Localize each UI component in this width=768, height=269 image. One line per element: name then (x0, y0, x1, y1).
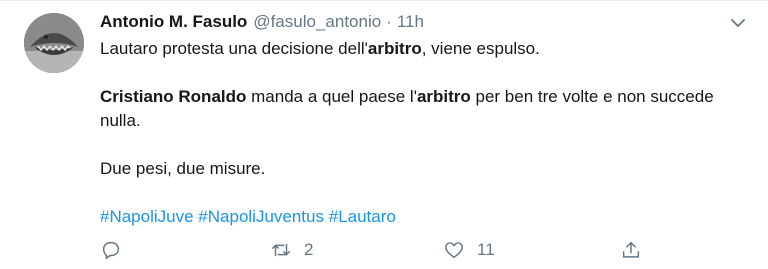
tweet-header: Antonio M. Fasulo @fasulo_antonio · 11h (100, 9, 728, 35)
shark-avatar-image (24, 13, 84, 73)
author-name[interactable]: Antonio M. Fasulo (100, 9, 247, 35)
share-icon (622, 241, 640, 258)
tweet-timestamp[interactable]: 11h (397, 9, 424, 35)
hashtag-link[interactable]: #NapoliJuventus (198, 207, 324, 226)
reply-icon (102, 241, 120, 259)
retweet-button[interactable]: 2 (270, 237, 313, 263)
separator-dot: · (386, 12, 392, 31)
tweet-card[interactable]: Antonio M. Fasulo @fasulo_antonio · 11h … (0, 0, 768, 269)
like-button[interactable]: 11 (443, 237, 495, 263)
tweet-text: Lautaro protesta una decisione dell'arbi… (100, 37, 728, 181)
hashtag-list: #NapoliJuve #NapoliJuventus #Lautaro (100, 205, 728, 229)
author-handle[interactable]: @fasulo_antonio (253, 9, 381, 35)
tweet-content: Antonio M. Fasulo @fasulo_antonio · 11h … (100, 9, 728, 229)
reply-button[interactable] (100, 237, 122, 263)
chevron-down-icon[interactable] (728, 13, 748, 33)
tweet-actions: 2 11 (100, 237, 660, 263)
like-count: 11 (477, 240, 495, 259)
retweet-count: 2 (304, 240, 314, 259)
avatar[interactable] (24, 13, 84, 73)
tweet-line-1: Lautaro protesta una decisione dell'arbi… (100, 39, 540, 58)
hashtag-link[interactable]: #NapoliJuve (100, 207, 194, 226)
tweet-line-2: Cristiano Ronaldo manda a quel paese l'a… (100, 87, 714, 130)
heart-icon (445, 242, 463, 259)
hashtag-link[interactable]: #Lautaro (329, 207, 396, 226)
retweet-icon (272, 243, 290, 257)
share-button[interactable] (620, 237, 642, 263)
tweet-line-3: Due pesi, due misure. (100, 159, 266, 178)
